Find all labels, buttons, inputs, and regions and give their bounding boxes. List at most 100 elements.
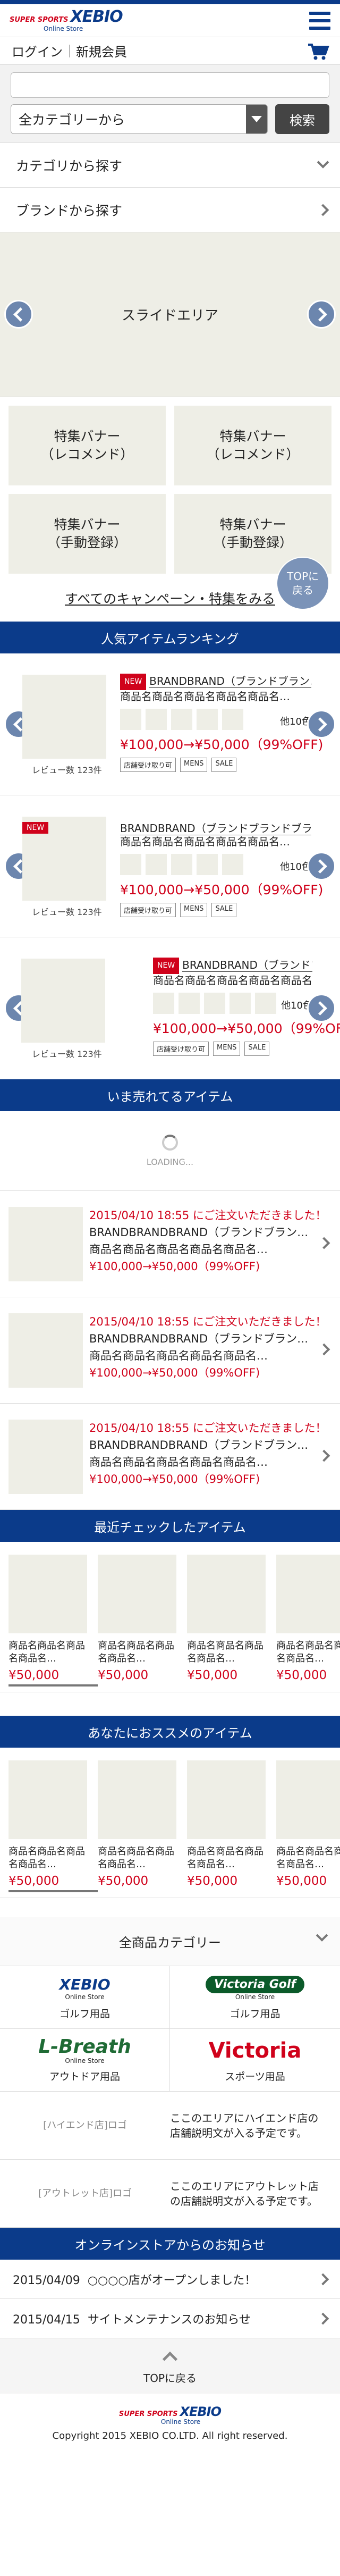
slide-prev-icon[interactable] [4,300,33,329]
product-price: ¥100,000→¥50,000（99%OFF) [120,882,324,897]
campaign-link[interactable]: すべてのキャンペーン・特集をみる [65,591,275,607]
product-brand: BRANDBRANDBRAND（ブランドブラン… [89,1226,307,1239]
product-tag: SALE [244,1042,270,1056]
brand-victoria[interactable]: Victoria スポーツ用品 [170,2029,340,2092]
chevron-right-icon [318,1449,330,1462]
back-to-top[interactable]: TOPに戻る [0,2338,340,2394]
recommend-carousel[interactable]: 商品名商品名商品名商品名… ¥50,000 商品名商品名商品名商品名… ¥50,000… [0,1748,340,1898]
ranking-next-icon[interactable] [307,852,336,880]
search-area: 全カテゴリーから 検索 [0,65,340,143]
brand-label: アウトドア用品 [49,2071,120,2083]
category-select-value: 全カテゴリーから [19,112,125,128]
site-logo[interactable]: SUPER SPORTS XEBIO Online Store [10,9,123,32]
notice-date: 2015/04/15 [13,2313,80,2327]
product-card[interactable]: 商品名商品名商品名商品名… ¥50,000 [8,1760,87,1888]
product-image [276,1555,340,1633]
selling-info: 2015/04/10 18:55 にご注文いただきました！ BRANDBRANDB… [89,1420,327,1488]
product-card[interactable]: 商品名商品名商品名商品名… ¥50,000 [187,1555,266,1682]
feature-banner[interactable]: 特集バナー （レコメンド） [8,406,166,485]
product-price: ¥100,000→¥50,000（99%OFF) [89,1366,260,1379]
ranking-next-icon[interactable] [307,994,336,1022]
product-image [276,1760,340,1839]
auth-bar: ログイン 新規会員 [0,37,340,65]
carousel-scrollbar[interactable] [8,1684,98,1686]
product-name: 商品名商品名商品名商品名… [187,1640,264,1664]
category-heading[interactable]: 全商品カテゴリー [0,1917,340,1966]
product-card[interactable]: 商品名商品名商品名商品名… ¥50,000 [98,1760,176,1888]
brand-lbreath[interactable]: L-Breath Online Store アウトドア用品 [0,2029,170,2092]
feature-banner[interactable]: 特集バナー （手動登録） [8,494,166,574]
product-tag: SALE [211,903,237,917]
loading-indicator: LOADING... [0,1111,340,1191]
product-card[interactable]: 商品名商品名商品名商品名… ¥50,000 [276,1760,340,1888]
search-button[interactable]: 検索 [275,104,329,134]
recommend-heading: あなたにおススメのアイテム [0,1716,340,1748]
ranking-info: NEW BRANDBRAND（ブランドブラン… 商品名商品名商品名商品名商品名… 他1… [120,674,323,772]
product-image [22,675,106,759]
product-image [8,1760,87,1839]
carousel-scrollbar[interactable] [8,1890,98,1892]
product-card[interactable]: 商品名商品名商品名商品名… ¥50,000 [187,1760,266,1888]
feature-banner[interactable]: 特集バナー （レコメンド） [174,406,332,485]
selling-item[interactable]: 2015/04/10 18:55 にご注文いただきました！ BRANDBRANDB… [0,1191,340,1297]
product-price: ¥50,000 [187,1874,238,1888]
site-header: SUPER SPORTS XEBIO Online Store [0,4,340,37]
product-image [98,1555,176,1633]
product-name: 商品名商品名商品名商品名… [187,1846,264,1870]
cart-icon[interactable] [307,43,329,61]
product-card[interactable]: 商品名商品名商品名商品名… ¥50,000 [98,1555,176,1682]
product-name: 商品名商品名商品名商品名商品名… [89,1456,268,1469]
selling-item[interactable]: 2015/04/10 18:55 にご注文いただきました！ BRANDBRANDB… [0,1297,340,1404]
product-name: 商品名商品名商品名商品名商品名… [89,1349,268,1362]
product-image [8,1555,87,1633]
floating-to-top-button[interactable]: TOPに 戻る [276,557,329,610]
product-tags: 店舗受け取り可 MENS SALE [153,1042,312,1056]
product-image [187,1760,266,1839]
ranking-item[interactable]: レビュー数 123件 NEW BRANDBRAND（ブランドブラン… 商品名商品名商品… [0,653,340,795]
ranking-item[interactable]: レビュー数 123件 NEWBRANDBRAND（ブランドブランド商品名商品名商品… [0,937,340,1079]
product-price: ¥50,000 [276,1874,327,1888]
recent-carousel[interactable]: 商品名商品名商品名商品名… ¥50,000 商品名商品名商品名商品名… ¥50,000… [0,1542,340,1692]
brand-grid: XEBIO Online Store ゴルフ用品 Victoria Golf O… [0,1966,340,2092]
highend-store-row[interactable]: [ハイエンド店]ロゴ ここのエリアにハイエンド店の店舗説明文が入る予定です。 [0,2092,340,2160]
search-input[interactable] [11,72,329,98]
review-count: レビュー数 123件 [32,765,102,775]
brand-xebio[interactable]: XEBIO Online Store ゴルフ用品 [0,1966,170,2029]
brand-label: ゴルフ用品 [59,2008,110,2020]
product-price: ¥50,000 [98,1668,149,1682]
product-card[interactable]: 商品名商品名商品名商品名… ¥50,000 [276,1555,340,1682]
login-link[interactable]: ログイン [12,41,63,60]
notice-item[interactable]: 2015/04/09 ○○○○店がオープンしました！ [0,2260,340,2299]
register-link[interactable]: 新規会員 [76,41,127,60]
product-tag: 店舗受け取り可 [153,1042,209,1056]
loading-text: LOADING... [146,1157,194,1167]
product-card[interactable]: 商品名商品名商品名商品名… ¥50,000 [8,1555,87,1682]
menu-icon[interactable] [309,11,330,30]
chevron-down-icon [317,156,329,169]
chevron-right-icon [318,1343,330,1356]
product-name: 商品名商品名商品名商品名… [98,1640,174,1664]
category-select[interactable]: 全カテゴリーから [11,104,268,134]
brand-victoria-golf[interactable]: Victoria Golf Online Store ゴルフ用品 [170,1966,340,2029]
notice-item[interactable]: 2015/04/15 サイトメンテナンスのお知らせ [0,2299,340,2338]
color-swatches: 他10色 [120,854,311,875]
selling-item[interactable]: 2015/04/10 18:55 にご注文いただきました！ BRANDBRANDB… [0,1404,340,1510]
product-name: 商品名商品名商品名商品名… [8,1846,85,1870]
outlet-description: ここのエリアにアウトレット店の店舗説明文が入る予定です。 [170,2179,319,2208]
slide-area[interactable]: スライドエリア [0,232,340,397]
notice-text: ○○○○店がオープンしました！ [87,2273,257,2287]
spinner-icon [162,1135,178,1151]
brand-accordion[interactable]: ブランドから探す [0,188,340,232]
victoria-golf-logo: Victoria Golf Online Store [205,1974,305,2002]
ranking-next-icon[interactable] [307,710,336,739]
slide-next-icon[interactable] [307,300,336,329]
product-tag: SALE [211,758,237,772]
category-accordion[interactable]: カテゴリから探す [0,143,340,188]
product-name: 商品名商品名商品名商品名商品名… [120,690,290,703]
ranking-item[interactable]: レビュー数 123件 BRANDBRAND（ブランドブランドブランド…商品名商品名… [0,795,340,937]
product-image [8,1207,83,1281]
product-brand: BRANDBRANDBRAND（ブランドブラン… [89,1332,307,1345]
highend-logo-placeholder: [ハイエンド店]ロゴ [43,2119,127,2131]
outlet-store-row[interactable]: [アウトレット店]ロゴ ここのエリアにアウトレット店の店舗説明文が入る予定です。 [0,2160,340,2228]
category-accordion-label: カテゴリから探す [16,158,123,174]
